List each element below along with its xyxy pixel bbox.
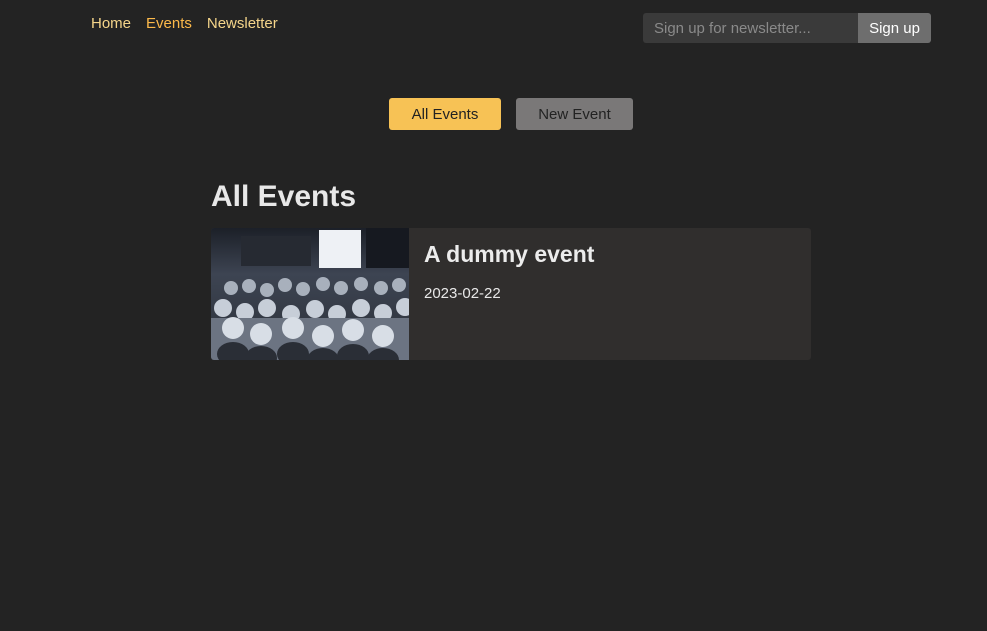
newsletter-email-input[interactable] <box>643 13 858 43</box>
newsletter-signup-button[interactable]: Sign up <box>858 13 931 43</box>
top-navigation: Home Events Newsletter Sign up <box>0 0 987 56</box>
nav-link-home[interactable]: Home <box>91 15 131 32</box>
nav-link-newsletter[interactable]: Newsletter <box>207 15 278 32</box>
event-image <box>211 228 409 360</box>
nav-link-events[interactable]: Events <box>146 15 192 32</box>
event-date: 2023-02-22 <box>424 285 501 302</box>
event-title: A dummy event <box>424 241 595 267</box>
page-title: All Events <box>211 180 357 213</box>
new-event-button[interactable]: New Event <box>516 98 633 130</box>
audience-photo-icon <box>211 228 409 360</box>
main-nav: Home Events Newsletter <box>91 15 278 32</box>
event-card[interactable]: A dummy event 2023-02-22 <box>211 228 811 360</box>
events-actions: All Events New Event <box>389 98 633 130</box>
all-events-button[interactable]: All Events <box>389 98 501 130</box>
event-info: A dummy event 2023-02-22 <box>409 228 609 360</box>
newsletter-signup-form: Sign up <box>643 13 931 43</box>
